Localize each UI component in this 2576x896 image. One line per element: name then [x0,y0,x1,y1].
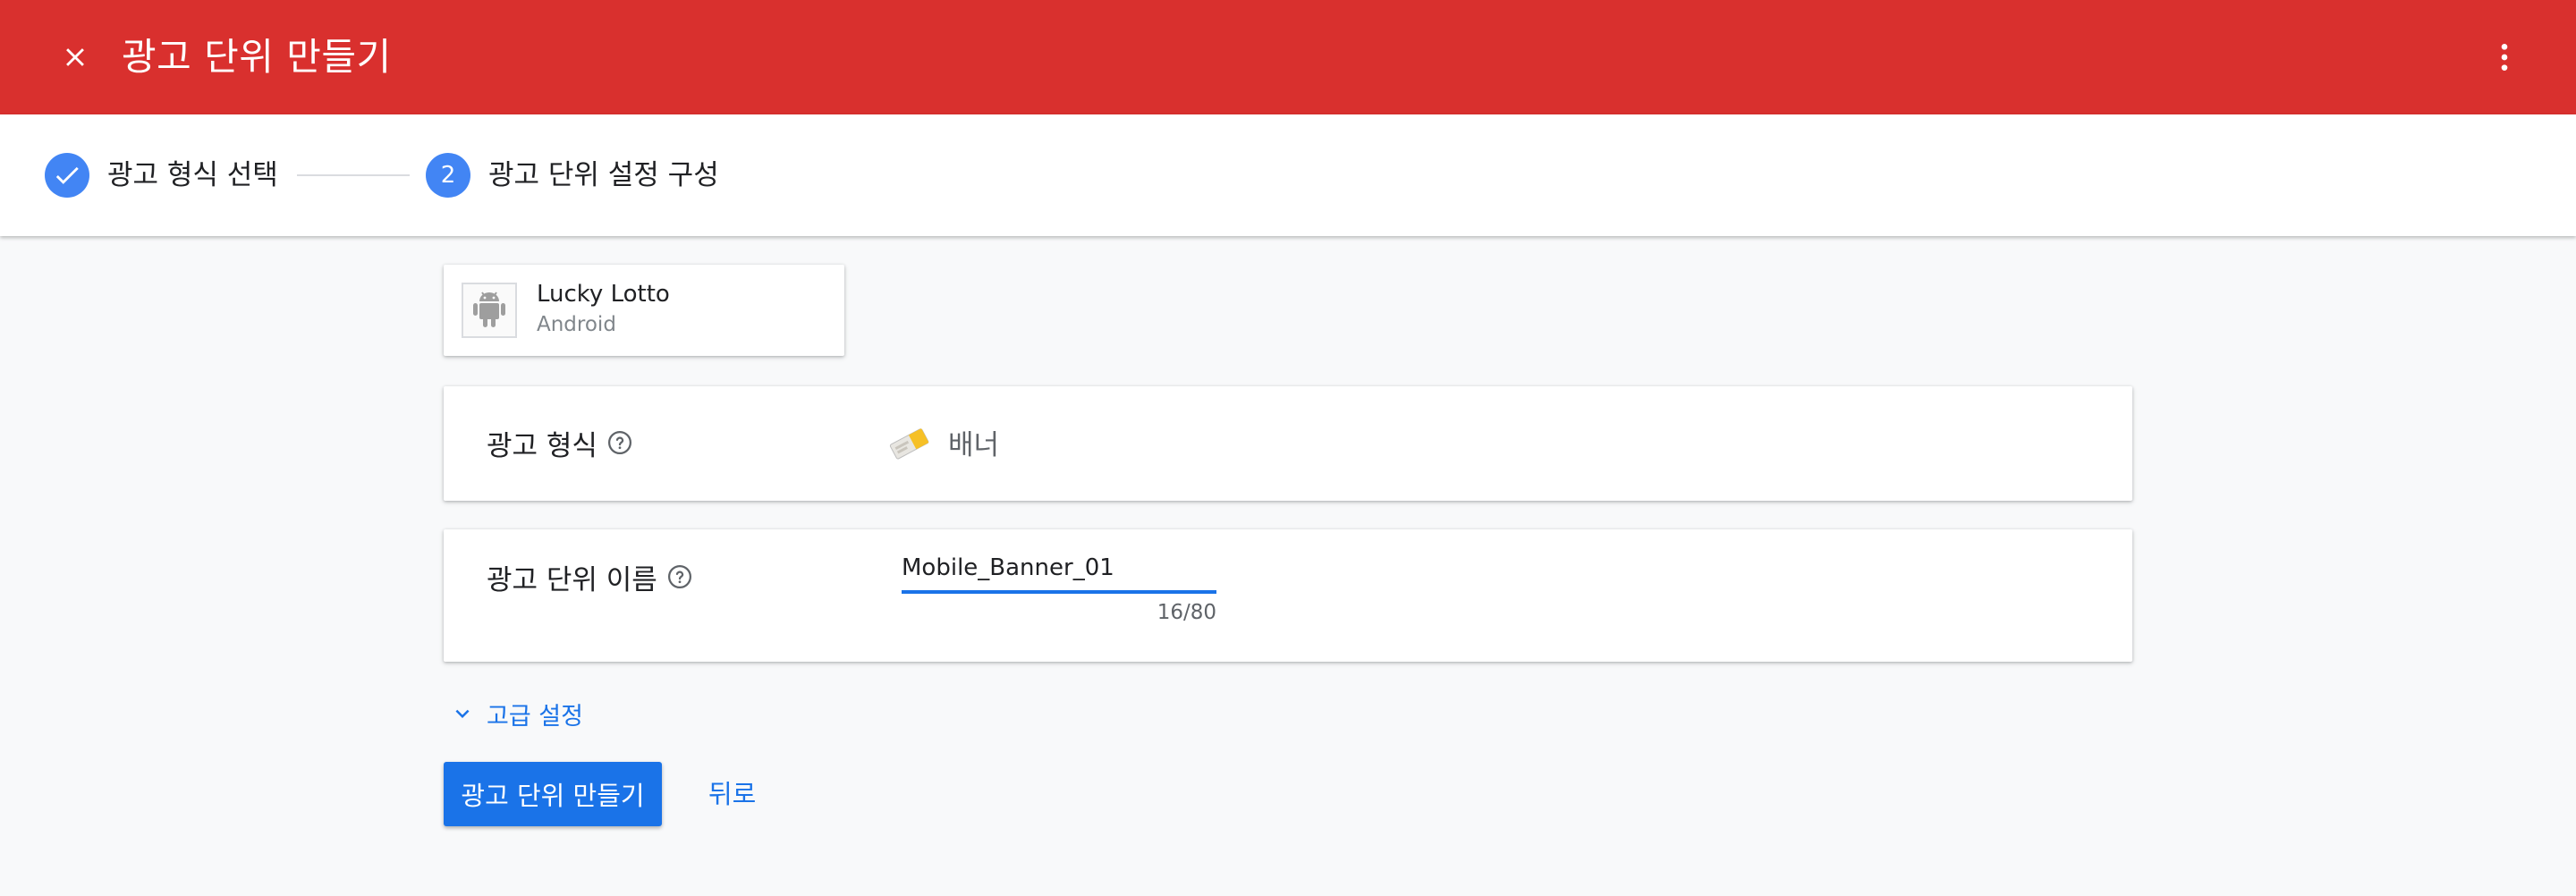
step-2-number: 2 [426,153,470,198]
ad-format-value: 배너 [886,422,999,462]
more-vert-icon [2501,44,2508,71]
ad-format-row-label: 광고 형식 [487,422,633,463]
advanced-settings-toggle[interactable]: 고급 설정 [449,694,583,733]
chevron-down-icon [455,709,470,718]
stepper: 광고 형식 선택 2 광고 단위 설정 구성 [0,114,2576,236]
character-counter: 16/80 [1157,601,1216,624]
page-title: 광고 단위 만들기 [122,35,392,79]
ad-unit-name-field: 16/80 [902,554,1216,624]
app-bar: 광고 단위 만들기 [0,0,2576,114]
app-card: Lucky Lotto Android [444,265,844,356]
app-platform: Android [537,313,616,336]
ad-format-label: 광고 형식 [487,429,597,462]
app-name: Lucky Lotto [537,281,670,308]
ad-unit-name-label: 광고 단위 이름 [487,563,657,596]
step-2-label: 광고 단위 설정 구성 [488,159,719,191]
step-1-label: 광고 형식 선택 [107,159,278,191]
ad-unit-name-row-label: 광고 단위 이름 [487,556,693,597]
ad-format-card: 광고 형식 배너 [444,386,2132,501]
android-icon [473,292,505,327]
step-connector [297,174,410,176]
create-ad-unit-button[interactable]: 광고 단위 만들기 [444,762,662,826]
ad-unit-name-input[interactable] [902,554,1216,594]
advanced-settings-label: 고급 설정 [487,702,583,731]
help-icon[interactable] [606,429,633,456]
close-icon [66,48,84,66]
close-button[interactable] [50,32,100,82]
ad-format-text: 배너 [948,429,1000,461]
step-1-completed[interactable] [45,153,89,198]
more-options-button[interactable] [2479,32,2529,82]
ad-unit-name-card: 광고 단위 이름 16/80 [444,529,2132,662]
app-icon-frame [462,283,517,338]
banner-format-icon [889,427,929,459]
check-icon [55,166,79,184]
help-icon[interactable] [666,563,693,590]
back-button[interactable]: 뒤로 [694,762,770,826]
